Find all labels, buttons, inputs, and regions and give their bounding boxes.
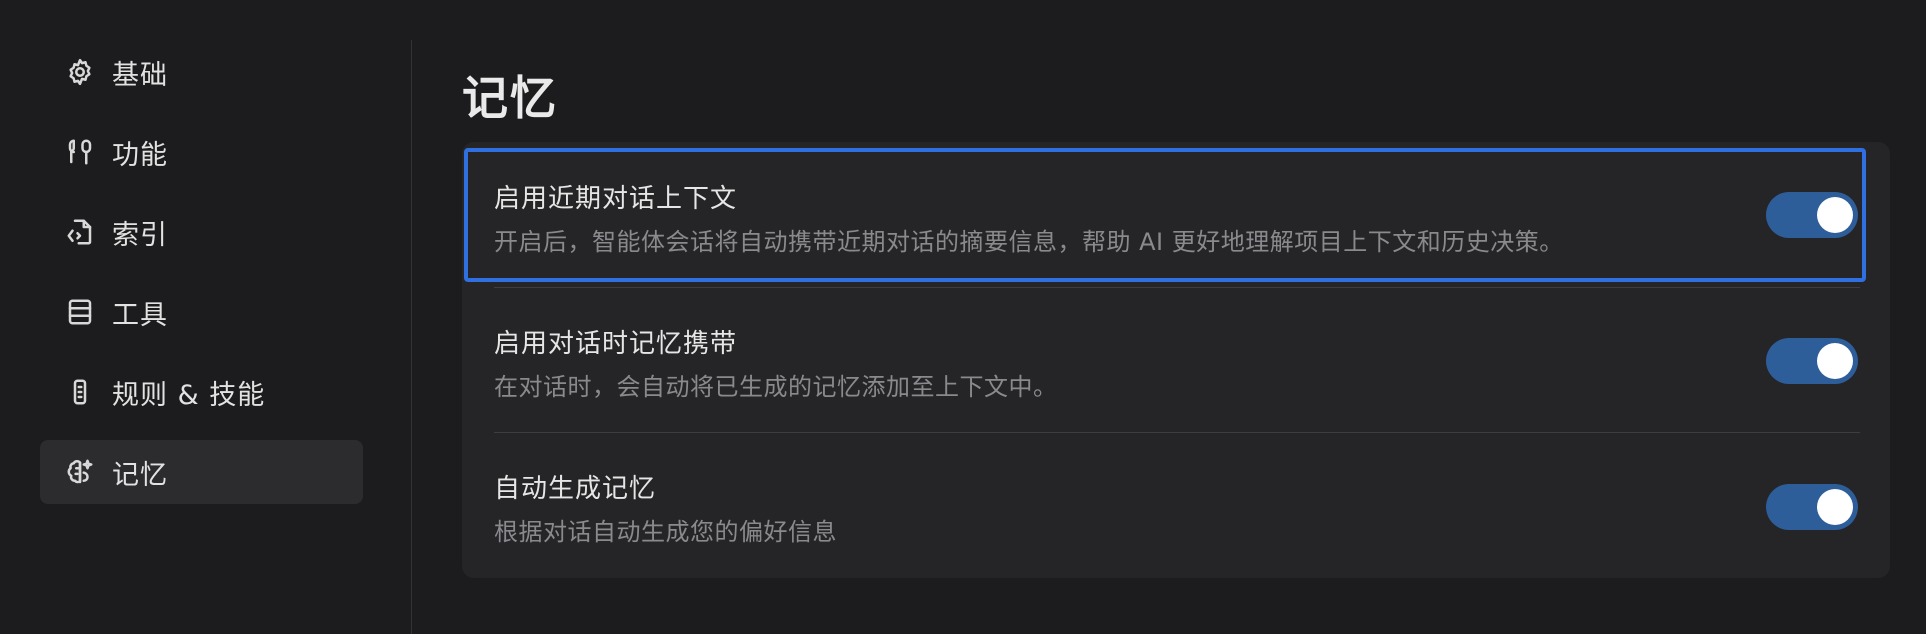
sidebar-item-tools[interactable]: 工具 [40, 280, 363, 344]
toggle-knob [1817, 489, 1853, 525]
setting-title: 启用近期对话上下文 [494, 184, 738, 214]
sidebar: 基础 功能 索引 工具 规则 & 技能 记忆 [0, 0, 411, 634]
sidebar-divider [411, 40, 412, 634]
recent-context-toggle[interactable] [1766, 192, 1858, 238]
memory-settings-card: 启用近期对话上下文 开启后，智能体会话将自动携带近期对话的摘要信息，帮助 AI … [462, 142, 1890, 578]
setting-recent-context: 启用近期对话上下文 开启后，智能体会话将自动携带近期对话的摘要信息，帮助 AI … [462, 142, 1890, 287]
toggle-knob [1817, 197, 1853, 233]
setting-auto-generate-memory: 自动生成记忆 根据对话自动生成您的偏好信息 [462, 432, 1890, 577]
setting-memory-carry: 启用对话时记忆携带 在对话时，会自动将已生成的记忆添加至上下文中。 [462, 287, 1890, 432]
settings-window: 基础 功能 索引 工具 规则 & 技能 记忆 记忆 启用近期对话上下文 开启后，… [0, 0, 1926, 634]
page-title: 记忆 [462, 71, 558, 125]
index-file-icon [64, 216, 96, 248]
brain-sparkle-icon [64, 456, 96, 488]
setting-title: 自动生成记忆 [494, 474, 657, 504]
sidebar-item-features[interactable]: 功能 [40, 120, 363, 184]
sidebar-item-label: 工具 [112, 299, 168, 331]
sidebar-item-label: 功能 [112, 139, 168, 171]
sidebar-item-memory[interactable]: 记忆 [40, 440, 363, 504]
toggle-knob [1817, 343, 1853, 379]
setting-title: 启用对话时记忆携带 [494, 329, 738, 359]
sidebar-item-label: 基础 [112, 59, 168, 91]
setting-description: 根据对话自动生成您的偏好信息 [494, 518, 837, 546]
setting-description: 开启后，智能体会话将自动携带近期对话的摘要信息，帮助 AI 更好地理解项目上下文… [494, 228, 1564, 256]
gear-icon [64, 56, 96, 88]
memory-carry-toggle[interactable] [1766, 338, 1858, 384]
sidebar-item-label: 记忆 [112, 459, 168, 491]
auto-generate-memory-toggle[interactable] [1766, 484, 1858, 530]
sidebar-item-basic[interactable]: 基础 [40, 40, 363, 104]
setting-description: 在对话时，会自动将已生成的记忆添加至上下文中。 [494, 373, 1058, 401]
sidebar-item-rules-skills[interactable]: 规则 & 技能 [40, 360, 363, 424]
sidebar-item-label: 索引 [112, 219, 168, 251]
sidebar-item-label: 规则 & 技能 [112, 379, 266, 411]
tools-icon [64, 136, 96, 168]
rule-icon [64, 376, 96, 408]
sidebar-item-index[interactable]: 索引 [40, 200, 363, 264]
stack-icon [64, 296, 96, 328]
